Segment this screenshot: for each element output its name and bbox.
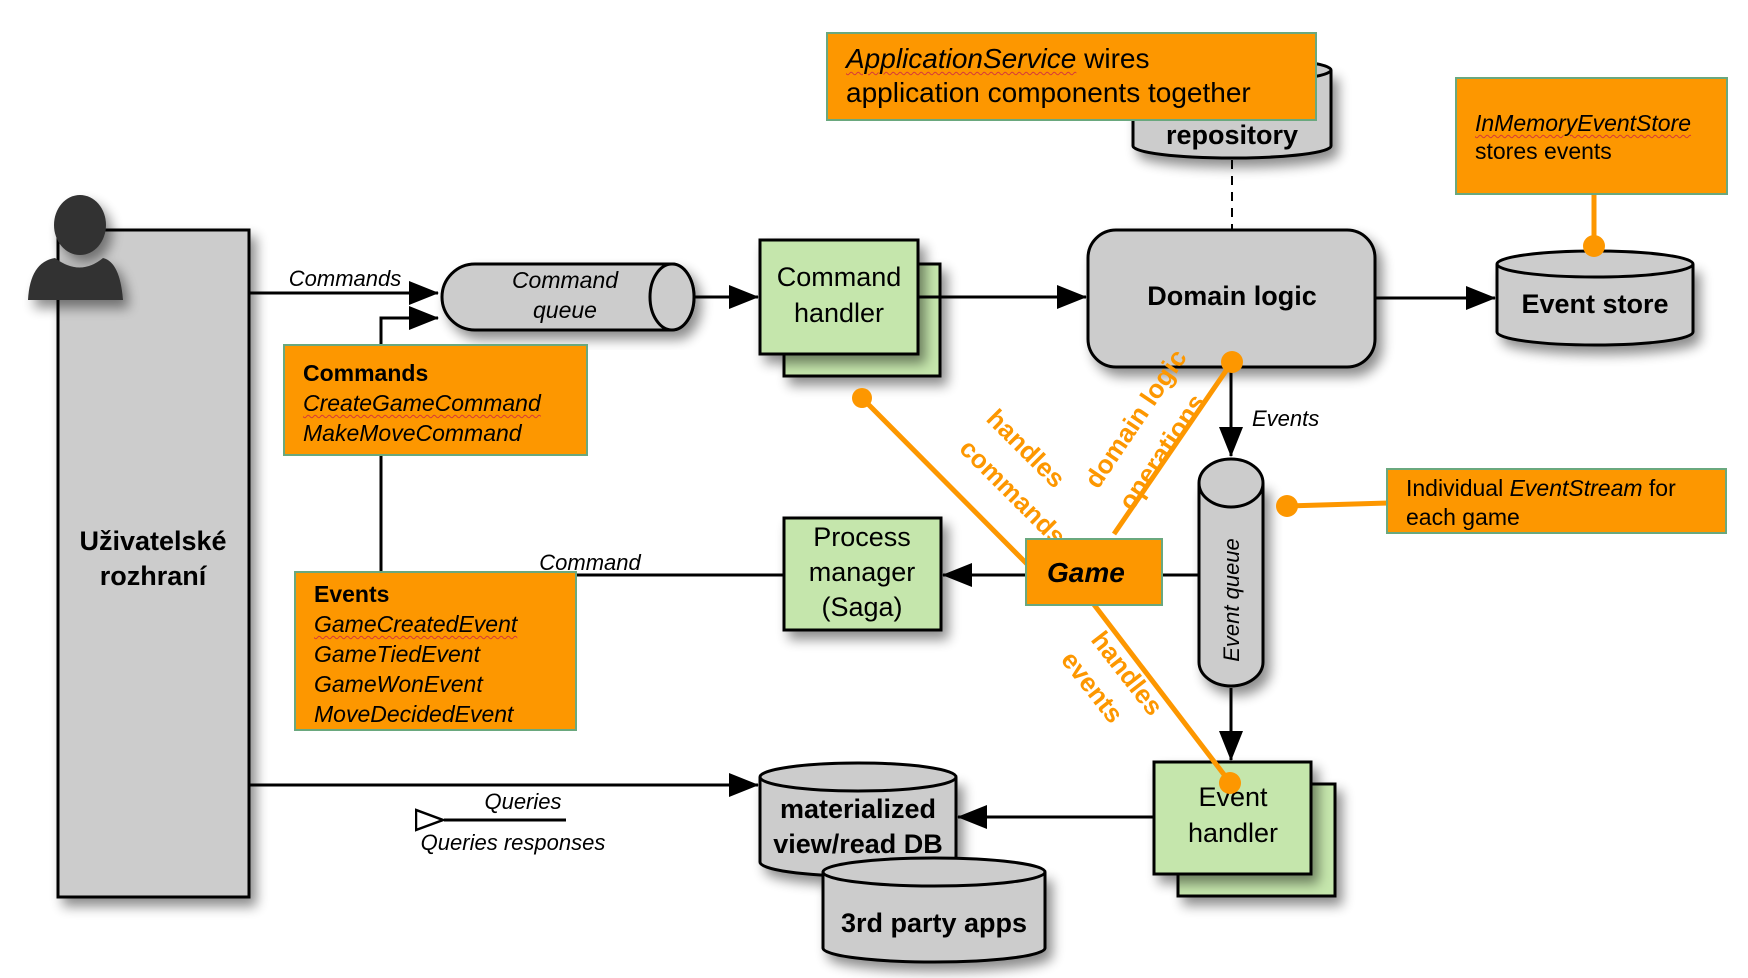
command-handler-label-line2: handler: [794, 298, 884, 328]
read-db-label-line1: materialized: [780, 794, 936, 824]
commands-edge-label: Commands: [289, 266, 401, 291]
user-interface-block: Uživatelské rozhraní: [56, 228, 251, 899]
event-store-label: Event store: [1521, 289, 1668, 319]
event-stream-connector: [1286, 500, 1389, 509]
event-stream-name: EventStream: [1509, 475, 1643, 501]
events-list-title: Events: [314, 581, 390, 607]
process-manager-label-line3: (Saga): [821, 592, 902, 622]
commands-list-note: Commands CreateGameCommand MakeMoveComma…: [283, 344, 588, 456]
in-memory-event-store-text: stores events: [1475, 138, 1612, 164]
handles-commands-dot: [852, 388, 872, 408]
events-list-item: GameCreatedEvent: [314, 611, 518, 637]
in-memory-event-store-name: InMemoryEventStore: [1475, 110, 1692, 136]
process-manager-label-line2: manager: [809, 557, 916, 587]
application-service-note: ApplicationService wires application com…: [826, 32, 1317, 121]
domain-logic-label: Domain logic: [1147, 281, 1317, 311]
command-handler-label-line1: Command: [777, 262, 902, 292]
third-party-apps: 3rd party apps: [821, 856, 1047, 964]
queries-responses-edge-label: Queries responses: [421, 830, 606, 855]
events-list-item: MoveDecidedEvent: [314, 701, 514, 727]
repository-label: repository: [1166, 120, 1298, 150]
event-store: Event store: [1495, 249, 1695, 347]
read-db-label-line2: view/read DB: [773, 829, 943, 859]
event-handler-label-line2: handler: [1188, 818, 1278, 848]
process-manager: Process manager (Saga): [782, 516, 943, 632]
event-store-note-dot: [1583, 235, 1605, 257]
event-queue-label: Event queue: [1219, 538, 1244, 662]
process-manager-label-line1: Process: [813, 522, 911, 552]
domain-logic: Domain logic: [1086, 228, 1377, 369]
events-list-item: GameTiedEvent: [314, 641, 480, 667]
in-memory-event-store-note: InMemoryEventStore stores events: [1455, 77, 1728, 195]
game-aggregate-note: Game: [1025, 538, 1163, 606]
event-stream-text-line2: each game: [1406, 504, 1520, 530]
command-queue: Command queue: [440, 262, 696, 332]
application-service-name: ApplicationService: [846, 43, 1077, 74]
event-stream-dot: [1276, 495, 1298, 517]
event-stream-note: Individual EventStream for each game: [1386, 468, 1727, 534]
command-queue-label-line2: queue: [533, 297, 597, 323]
queries-edge-label: Queries: [484, 789, 561, 814]
event-stream-suffix: for: [1642, 475, 1676, 501]
event-stream-prefix: Individual: [1406, 475, 1510, 501]
user-interface-label-line2: rozhraní: [100, 561, 208, 591]
application-service-text-line2: application components together: [846, 77, 1251, 108]
event-queue: Event queue: [1197, 457, 1265, 688]
game-label: Game: [1047, 557, 1125, 588]
application-service-text: wires: [1076, 43, 1150, 74]
events-edge-label: Events: [1252, 406, 1319, 431]
event-handler: Event handler: [1152, 760, 1337, 898]
commands-list-title: Commands: [303, 360, 429, 386]
events-list-item: GameWonEvent: [314, 671, 483, 697]
user-interface-label-line1: Uživatelské: [79, 526, 226, 556]
commands-list-item: CreateGameCommand: [303, 390, 541, 416]
events-list-note: Events GameCreatedEvent GameTiedEvent Ga…: [294, 571, 577, 731]
command-queue-label-line1: Command: [512, 267, 619, 293]
handles-events-dot: [1219, 772, 1241, 794]
commands-list-item: MakeMoveCommand: [303, 420, 522, 446]
domain-logic-operations-dot: [1221, 351, 1243, 373]
command-handler: Command handler: [758, 238, 942, 378]
third-party-apps-label: 3rd party apps: [841, 908, 1027, 938]
